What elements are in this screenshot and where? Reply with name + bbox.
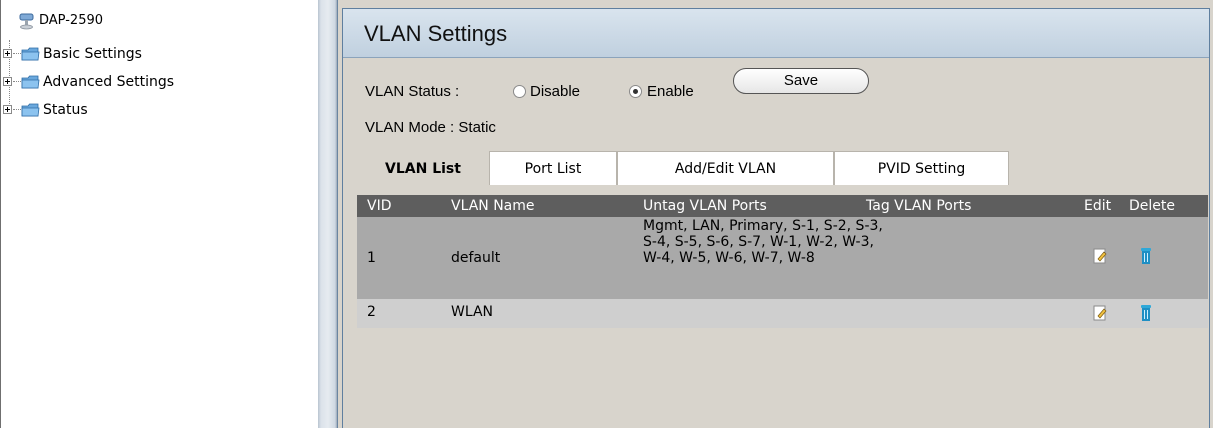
col-tag-ports: Tag VLAN Ports xyxy=(866,198,972,214)
cell-vlan-name: default xyxy=(451,250,501,266)
table-row: 2 WLAN xyxy=(357,299,1208,328)
cell-vid: 2 xyxy=(367,304,376,320)
col-delete: Delete xyxy=(1129,198,1175,214)
tree-connector xyxy=(13,53,21,54)
cell-vlan-name: WLAN xyxy=(451,304,494,320)
edit-icon[interactable] xyxy=(1093,248,1107,264)
panel-splitter[interactable] xyxy=(318,0,337,428)
vlan-table: VID VLAN Name Untag VLAN Ports Tag VLAN … xyxy=(357,195,1208,328)
radio-enable-label[interactable]: Enable xyxy=(647,83,694,100)
expand-icon[interactable] xyxy=(3,77,12,86)
edit-icon[interactable] xyxy=(1093,305,1107,321)
expand-icon[interactable] xyxy=(3,49,12,58)
tree-node-status[interactable]: Status xyxy=(3,101,303,121)
radio-enable[interactable] xyxy=(629,85,642,98)
folder-icon xyxy=(21,103,40,117)
navigation-tree: DAP-2590 Basic Settings Advanced Setting… xyxy=(0,0,318,428)
content-area: VLAN Status : Disable Enable Save VLAN M… xyxy=(343,58,1209,428)
tab-bar: VLAN List Port List Add/Edit VLAN PVID S… xyxy=(357,151,1057,185)
radio-disable-label[interactable]: Disable xyxy=(530,83,580,100)
trash-icon[interactable] xyxy=(1139,247,1153,265)
device-name: DAP-2590 xyxy=(39,13,104,28)
tree-connector xyxy=(13,109,21,110)
folder-icon xyxy=(21,75,40,89)
col-vlan-name: VLAN Name xyxy=(451,198,535,214)
vlan-mode-row: VLAN Mode : Static xyxy=(365,119,496,136)
save-button[interactable]: Save xyxy=(733,68,869,94)
tree-node-label: Status xyxy=(43,102,88,118)
folder-icon xyxy=(21,47,40,61)
table-header: VID VLAN Name Untag VLAN Ports Tag VLAN … xyxy=(357,195,1208,217)
tree-connector xyxy=(13,81,21,82)
tree-node-label: Basic Settings xyxy=(43,46,142,62)
cell-untag-ports: Mgmt, LAN, Primary, S-1, S-2, S-3, S-4, … xyxy=(643,218,883,266)
title-bar: VLAN Settings xyxy=(343,9,1209,58)
tab-port-list[interactable]: Port List xyxy=(489,151,617,185)
expand-icon[interactable] xyxy=(3,105,12,114)
tab-pvid-setting[interactable]: PVID Setting xyxy=(834,151,1009,185)
table-row: 1 default Mgmt, LAN, Primary, S-1, S-2, … xyxy=(357,217,1208,299)
vlan-status-label: VLAN Status : xyxy=(365,83,460,100)
tree-node-label: Advanced Settings xyxy=(43,74,175,90)
tab-vlan-list[interactable]: VLAN List xyxy=(357,151,489,185)
tab-add-edit-vlan[interactable]: Add/Edit VLAN xyxy=(617,151,834,185)
tree-node-advanced-settings[interactable]: Advanced Settings xyxy=(3,73,303,93)
tree-node-basic-settings[interactable]: Basic Settings xyxy=(3,45,303,65)
vlan-mode-value: Static xyxy=(458,119,496,136)
vlan-mode-label: VLAN Mode : xyxy=(365,119,455,136)
radio-disable[interactable] xyxy=(513,85,526,98)
page-title: VLAN Settings xyxy=(364,21,508,46)
col-edit: Edit xyxy=(1084,198,1112,214)
access-point-icon xyxy=(19,13,34,30)
tree-root-device[interactable]: DAP-2590 xyxy=(19,10,219,34)
main-panel: VLAN Settings VLAN Status : Disable Enab… xyxy=(337,0,1213,428)
cell-vid: 1 xyxy=(367,250,376,266)
trash-icon[interactable] xyxy=(1139,304,1153,322)
col-untag-ports: Untag VLAN Ports xyxy=(643,198,767,214)
col-vid: VID xyxy=(367,198,392,214)
settings-frame: VLAN Settings VLAN Status : Disable Enab… xyxy=(342,8,1210,428)
